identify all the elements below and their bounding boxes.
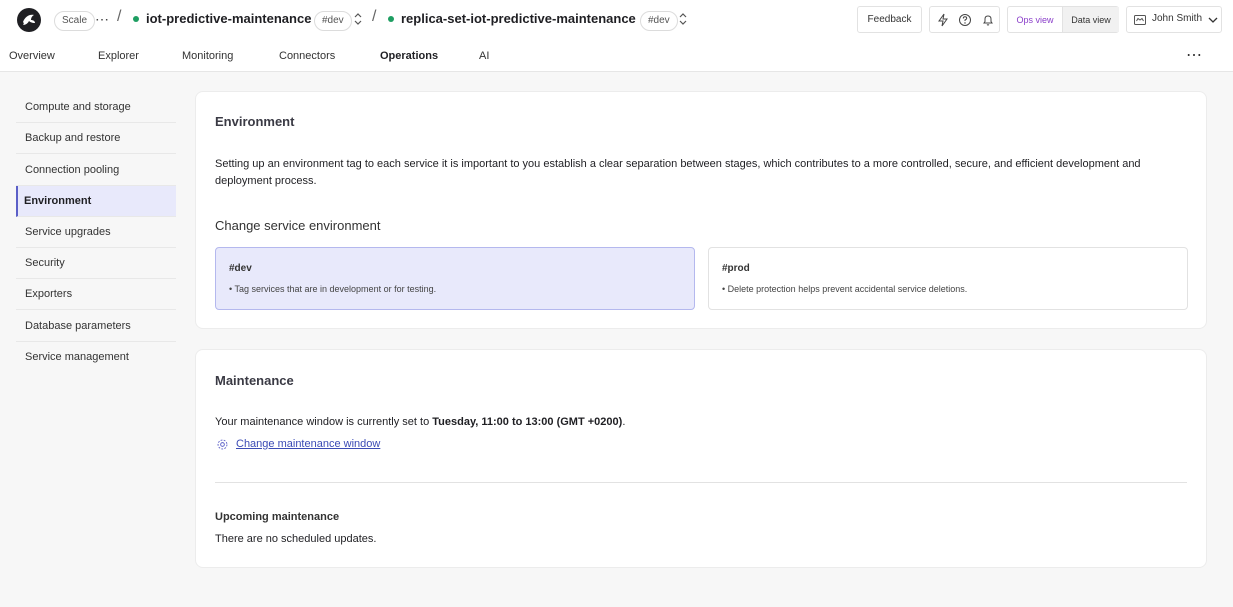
nav-tabs: Overview Explorer Monitoring Connectors … — [0, 48, 1233, 70]
sidebar-item-service-upgrades[interactable]: Service upgrades — [16, 217, 176, 248]
updown-icon[interactable] — [353, 12, 363, 26]
sidebar-item-backup-and-restore[interactable]: Backup and restore — [16, 123, 176, 154]
project-tag: #dev — [314, 11, 352, 31]
chevron-down-icon — [1208, 17, 1218, 23]
maintenance-window-value: Tuesday, 11:00 to 13:00 (GMT +0200) — [432, 416, 623, 428]
maintenance-window-text: Your maintenance window is currently set… — [215, 414, 625, 431]
updown-icon[interactable] — [678, 12, 688, 26]
env-option-desc: • Delete protection helps prevent accide… — [722, 284, 968, 294]
bell-icon[interactable] — [981, 13, 995, 27]
sidebar-item-exporters[interactable]: Exporters — [16, 279, 176, 310]
sidebar-item-connection-pooling[interactable]: Connection pooling — [16, 155, 176, 186]
sidebar-item-environment[interactable]: Environment — [16, 186, 176, 217]
upcoming-maintenance-title: Upcoming maintenance — [215, 511, 340, 523]
maintenance-window-prefix: Your maintenance window is currently set… — [215, 416, 433, 428]
change-environment-label: Change service environment — [215, 218, 381, 233]
environment-title: Environment — [215, 114, 295, 129]
crown-icon — [1134, 15, 1146, 25]
sidebar-item-database-parameters[interactable]: Database parameters — [16, 311, 176, 342]
maintenance-divider — [215, 482, 1187, 483]
plan-badge[interactable]: Scale — [54, 11, 96, 31]
env-option-desc: • Tag services that are in development o… — [229, 284, 437, 294]
help-icon[interactable] — [958, 13, 972, 27]
environment-card: Environment Setting up an environment ta… — [195, 91, 1207, 329]
tab-explorer[interactable]: Explorer — [98, 50, 139, 62]
upcoming-maintenance-text: There are no scheduled updates. — [215, 533, 377, 545]
feedback-button[interactable]: Feedback — [857, 6, 922, 33]
more-projects-icon[interactable]: ⋯ — [95, 11, 109, 28]
breadcrumb-separator: / — [372, 8, 377, 25]
status-dot — [388, 16, 394, 22]
status-dot — [133, 16, 139, 22]
gear-icon — [217, 439, 228, 450]
lightning-icon[interactable] — [936, 13, 950, 27]
maintenance-title: Maintenance — [215, 373, 294, 388]
sidebar-item-compute-and-storage[interactable]: Compute and storage — [16, 92, 176, 123]
breadcrumb-separator: / — [117, 8, 122, 25]
environment-description: Setting up an environment tag to each se… — [215, 158, 1141, 187]
maintenance-card: Maintenance Your maintenance window is c… — [195, 349, 1207, 568]
env-option-name: #prod — [722, 263, 750, 274]
more-icon[interactable]: ⋯ — [1186, 45, 1202, 65]
utility-icons — [929, 6, 1000, 33]
change-maintenance-window-link[interactable]: Change maintenance window — [236, 436, 380, 453]
tab-operations[interactable]: Operations — [380, 50, 438, 62]
sidebar-item-security[interactable]: Security — [16, 248, 176, 279]
project-name[interactable]: iot-predictive-maintenance — [146, 10, 311, 28]
tab-ai[interactable]: AI — [479, 50, 489, 62]
logo-icon[interactable] — [16, 7, 42, 33]
sidebar-item-service-management[interactable]: Service management — [16, 342, 176, 373]
tab-connectors[interactable]: Connectors — [279, 50, 335, 62]
user-menu[interactable]: John Smith — [1126, 6, 1222, 33]
data-view-button[interactable]: Data view — [1062, 7, 1119, 32]
env-option-prod[interactable]: #prod • Delete protection helps prevent … — [708, 247, 1188, 310]
env-option-name: #dev — [229, 263, 252, 274]
ops-view-button[interactable]: Ops view — [1008, 7, 1062, 32]
service-tag: #dev — [640, 11, 678, 31]
env-option-dev[interactable]: #dev • Tag services that are in developm… — [215, 247, 695, 310]
view-switcher: Ops view Data view — [1007, 6, 1119, 33]
user-name: John Smith — [1152, 13, 1203, 24]
tab-overview[interactable]: Overview — [9, 50, 55, 62]
tab-monitoring[interactable]: Monitoring — [182, 50, 233, 62]
top-bar: Scale ⋯ / iot-predictive-maintenance #de… — [0, 0, 1233, 72]
service-name[interactable]: replica-set-iot-predictive-maintenance — [401, 10, 636, 28]
maintenance-window-suffix: . — [622, 416, 626, 428]
